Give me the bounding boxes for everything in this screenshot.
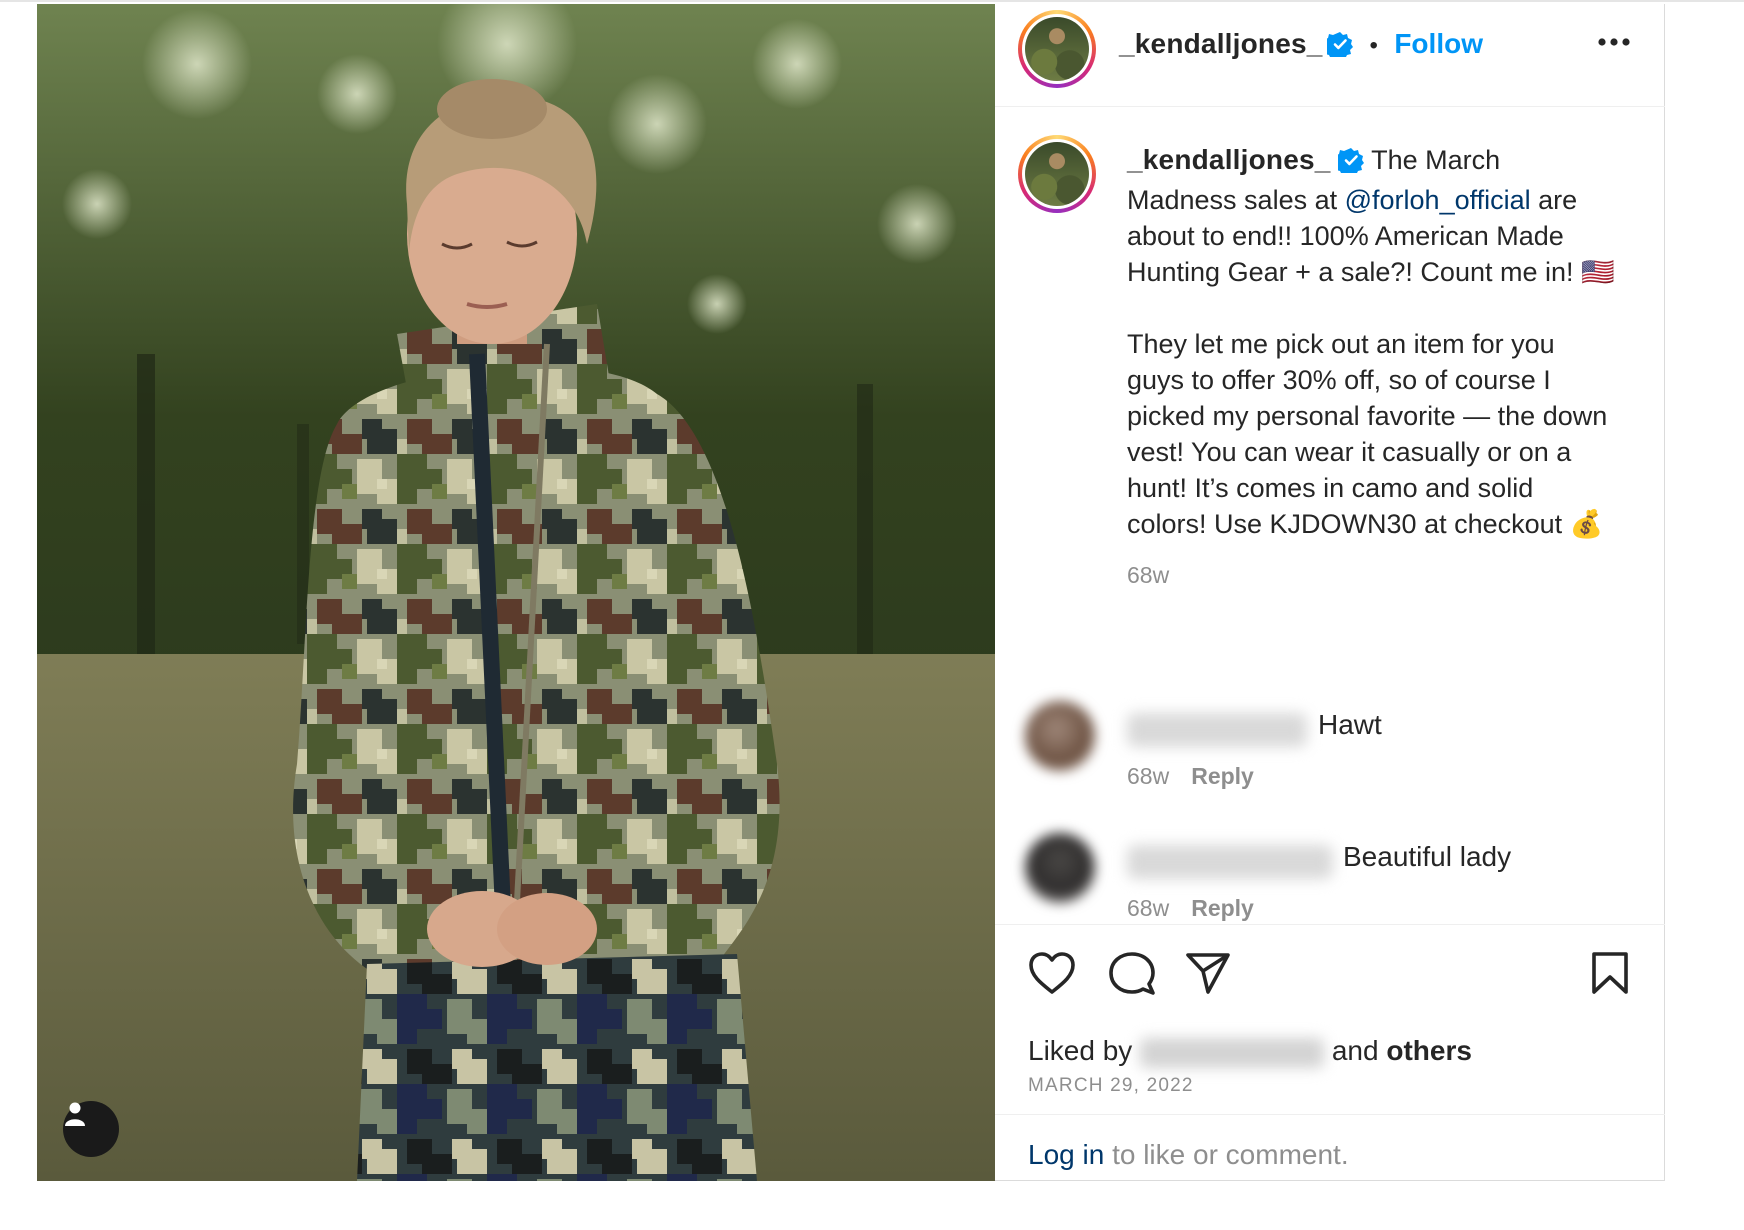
post-photo[interactable] — [37, 4, 995, 1181]
comment-meta: 68w Reply — [1127, 763, 1254, 790]
comment-meta: 68w Reply — [1127, 895, 1254, 922]
caption-area: _kendalljones_ The March Madness sales a… — [995, 108, 1665, 668]
liked-by-user-redacted[interactable] — [1140, 1037, 1325, 1068]
caption-author-username[interactable]: _kendalljones_ — [1127, 144, 1331, 175]
top-divider — [0, 0, 1744, 2]
liked-by-and: and — [1331, 1035, 1379, 1066]
post-date[interactable]: MARCH 29, 2022 — [1028, 1075, 1194, 1097]
action-bar: Liked by and others MARCH 29, 2022 — [995, 924, 1665, 1124]
comment-age[interactable]: 68w — [1127, 763, 1169, 789]
comment-icon[interactable] — [1108, 951, 1156, 1002]
verified-badge-icon — [1334, 146, 1365, 182]
commenter-name-redacted — [1127, 713, 1307, 747]
login-prompt: Log in to like or comment. — [1028, 1139, 1349, 1171]
post-side-panel: _kendalljones_ • Follow _kendalljones_ T… — [995, 4, 1665, 1181]
send-icon[interactable] — [1185, 951, 1231, 1000]
liked-by-line: Liked by and others — [1028, 1035, 1472, 1068]
commenter-avatar[interactable] — [1025, 833, 1095, 903]
comment-item: Hawt 68w Reply — [995, 701, 1665, 821]
bookmark-icon[interactable] — [1590, 951, 1630, 1000]
comment-age[interactable]: 68w — [1127, 895, 1169, 921]
login-link[interactable]: Log in — [1028, 1139, 1104, 1170]
post-header: _kendalljones_ • Follow — [995, 4, 1665, 107]
comment-text: Beautiful lady — [1343, 841, 1512, 872]
commenter-avatar[interactable] — [1025, 701, 1095, 771]
login-bar: Log in to like or comment. — [995, 1114, 1665, 1181]
reply-button[interactable]: Reply — [1191, 763, 1254, 789]
user-tag-icon[interactable] — [63, 1101, 119, 1157]
login-prompt-text: to like or comment. — [1112, 1139, 1349, 1170]
caption-author-avatar[interactable] — [1018, 135, 1096, 213]
caption-text: _kendalljones_ The March Madness sales a… — [1127, 142, 1617, 593]
mention-link[interactable]: @forloh_official — [1345, 185, 1531, 215]
comment-text: Hawt — [1318, 709, 1382, 740]
verified-badge-icon — [1323, 31, 1354, 62]
caption-paragraph: They let me pick out an item for you guy… — [1127, 329, 1608, 539]
photo-illustration — [37, 4, 995, 1181]
header-separator: • — [1369, 32, 1378, 59]
commenter-name-redacted — [1127, 845, 1333, 879]
author-username[interactable]: _kendalljones_ — [1119, 28, 1323, 59]
liked-by-prefix: Liked by — [1028, 1035, 1133, 1066]
reply-button[interactable]: Reply — [1191, 895, 1254, 921]
caption-timestamp[interactable]: 68w — [1127, 562, 1169, 588]
heart-icon[interactable] — [1028, 951, 1076, 1000]
follow-button[interactable]: Follow — [1394, 28, 1483, 59]
liked-by-others[interactable]: others — [1386, 1035, 1472, 1066]
more-options-icon[interactable] — [1597, 34, 1631, 52]
author-avatar[interactable] — [1018, 10, 1096, 88]
